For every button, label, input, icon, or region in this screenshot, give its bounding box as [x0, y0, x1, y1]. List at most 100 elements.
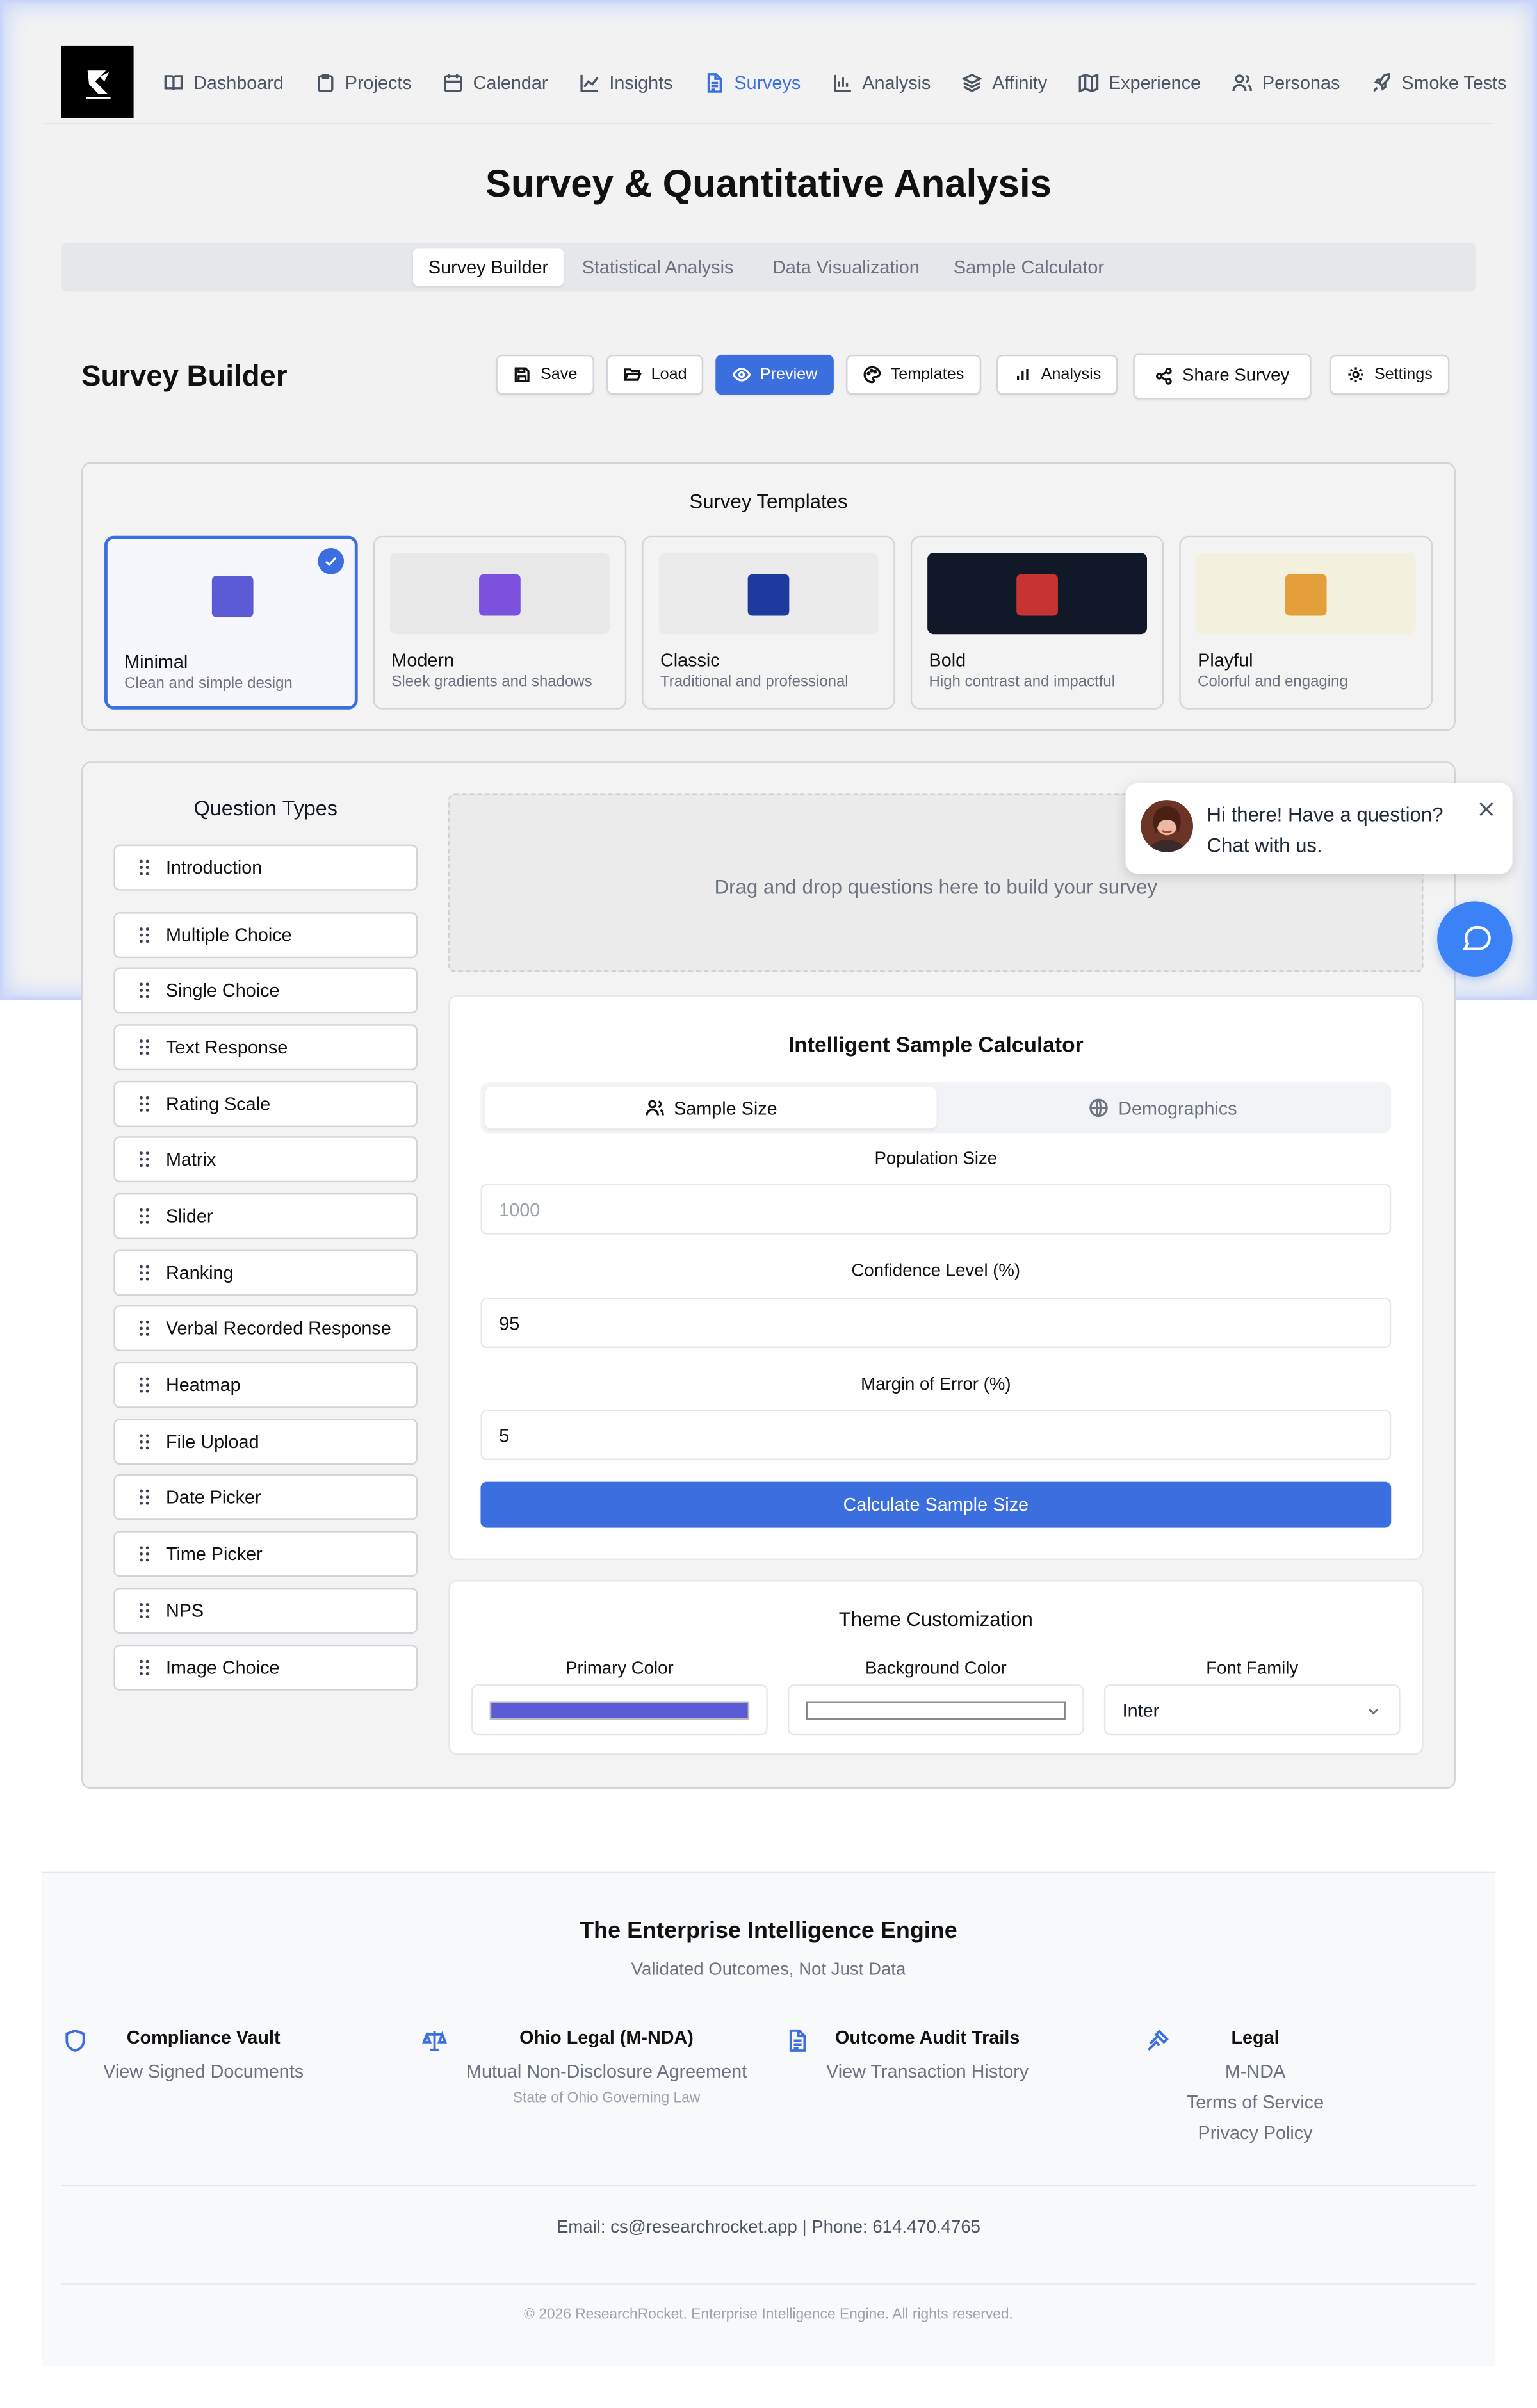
settings-button[interactable]: Settings — [1330, 354, 1450, 395]
footer-divider-bottom — [61, 2283, 1476, 2285]
tab-sample-calculator[interactable]: Sample Calculator — [938, 248, 1119, 286]
nav-smoke-tests[interactable]: Smoke Tests — [1370, 72, 1507, 94]
question-type-file-upload[interactable]: File Upload — [113, 1419, 418, 1465]
population-input[interactable]: 1000 — [480, 1184, 1392, 1235]
question-type-label: Rating Scale — [165, 1093, 271, 1115]
question-type-rating-scale[interactable]: Rating Scale — [113, 1080, 418, 1127]
font-family-select[interactable]: Inter — [1103, 1684, 1401, 1736]
question-type-label: Heatmap — [165, 1374, 241, 1396]
drag-handle-icon[interactable] — [140, 1038, 150, 1055]
book-icon — [164, 75, 183, 90]
background-color-label: Background Color — [865, 1659, 1007, 1679]
template-swatch — [1016, 574, 1058, 616]
question-type-single-choice[interactable]: Single Choice — [113, 967, 418, 1014]
nav-personas[interactable]: Personas — [1232, 72, 1340, 94]
question-type-label: Time Picker — [165, 1543, 263, 1565]
document-icon — [789, 2029, 806, 2052]
load-button[interactable]: Load — [606, 354, 704, 395]
question-type-introduction[interactable]: Introduction — [113, 844, 418, 891]
drag-handle-icon[interactable] — [140, 1095, 150, 1112]
drag-handle-icon[interactable] — [140, 1319, 150, 1337]
rocket-icon — [1372, 73, 1390, 92]
template-preview — [927, 553, 1148, 635]
drag-handle-icon[interactable] — [140, 1488, 150, 1505]
background-color-swatch — [806, 1701, 1066, 1720]
nav-projects[interactable]: Projects — [314, 72, 412, 94]
nav-surveys[interactable]: Surveys — [703, 72, 801, 94]
question-type-label: Date Picker — [165, 1486, 261, 1508]
tab-statistical-analysis[interactable]: Statistical Analysis — [567, 248, 749, 286]
footer-copyright: © 2026 ResearchRocket. Enterprise Intell… — [524, 2306, 1013, 2323]
chat-bubble-icon — [1461, 925, 1490, 950]
nav-insights[interactable]: Insights — [578, 72, 672, 94]
margin-input[interactable]: 5 — [480, 1409, 1392, 1461]
template-card-playful[interactable]: Playful Colorful and engaging — [1179, 535, 1433, 710]
drag-handle-icon[interactable] — [140, 1207, 150, 1224]
calculator-tabs: Sample Size Demographics — [480, 1082, 1392, 1134]
question-type-ranking[interactable]: Ranking — [113, 1249, 418, 1296]
drag-handle-icon[interactable] — [140, 1545, 150, 1562]
shield-icon — [65, 2029, 85, 2052]
primary-color-picker[interactable] — [471, 1684, 768, 1736]
drag-handle-icon[interactable] — [140, 926, 150, 943]
nav-affinity[interactable]: Affinity — [961, 72, 1047, 94]
drag-handle-icon[interactable] — [140, 1151, 150, 1167]
drag-handle-icon[interactable] — [140, 859, 150, 875]
drag-handle-icon[interactable] — [140, 982, 150, 998]
drag-handle-icon[interactable] — [140, 1376, 150, 1393]
font-family-value: Inter — [1122, 1698, 1160, 1721]
view-transaction-history-link[interactable]: View Transaction History — [815, 2056, 1039, 2087]
folder-open-icon — [623, 368, 642, 381]
terms-of-service-link[interactable]: Terms of Service — [1175, 2087, 1336, 2117]
question-type-verbal-recorded-response[interactable]: Verbal Recorded Response — [113, 1305, 418, 1351]
question-type-image-choice[interactable]: Image Choice — [113, 1644, 418, 1691]
template-card-modern[interactable]: Modern Sleek gradients and shadows — [373, 535, 627, 710]
template-name: Classic — [660, 649, 720, 671]
template-card-minimal[interactable]: Minimal Clean and simple design — [104, 535, 358, 710]
templates-button[interactable]: Templates — [846, 354, 981, 395]
tab-sample-size[interactable]: Sample Size — [485, 1087, 937, 1129]
preview-button[interactable]: Preview — [715, 354, 834, 395]
bar-chart-icon — [833, 74, 850, 92]
mnda-agreement-link[interactable]: Mutual Non-Disclosure Agreement — [453, 2056, 760, 2087]
question-type-heatmap[interactable]: Heatmap — [113, 1362, 418, 1408]
question-type-matrix[interactable]: Matrix — [113, 1136, 418, 1183]
nav-calendar[interactable]: Calendar — [443, 72, 548, 94]
drag-handle-icon[interactable] — [140, 1659, 150, 1676]
question-type-slider[interactable]: Slider — [113, 1192, 418, 1239]
confidence-label: Confidence Level (%) — [851, 1262, 1021, 1281]
nav-analysis[interactable]: Analysis — [831, 72, 931, 94]
nav-dashboard[interactable]: Dashboard — [163, 72, 284, 94]
brand-logo[interactable] — [61, 45, 134, 118]
template-desc: Clean and simple design — [124, 675, 293, 693]
background-color-picker[interactable] — [787, 1684, 1084, 1736]
question-type-date-picker[interactable]: Date Picker — [113, 1474, 418, 1520]
chat-launcher-button[interactable] — [1437, 901, 1513, 977]
drag-handle-icon[interactable] — [140, 1264, 150, 1281]
drag-handle-icon[interactable] — [140, 1602, 150, 1619]
tab-data-visualization[interactable]: Data Visualization — [757, 248, 935, 286]
question-type-multiple-choice[interactable]: Multiple Choice — [113, 912, 418, 959]
question-type-label: Slider — [165, 1205, 213, 1227]
question-type-text-response[interactable]: Text Response — [113, 1024, 418, 1071]
template-card-classic[interactable]: Classic Traditional and professional — [642, 535, 895, 710]
template-card-bold[interactable]: Bold High contrast and impactful — [910, 535, 1164, 710]
tab-survey-builder[interactable]: Survey Builder — [412, 248, 564, 286]
view-signed-documents-link[interactable]: View Signed Documents — [92, 2056, 315, 2087]
nav-experience[interactable]: Experience — [1078, 72, 1201, 94]
analysis-button[interactable]: Analysis — [996, 354, 1118, 395]
tab-demographics[interactable]: Demographics — [939, 1087, 1387, 1129]
calculate-sample-size-button[interactable]: Calculate Sample Size — [480, 1481, 1392, 1528]
privacy-policy-link[interactable]: Privacy Policy — [1175, 2117, 1336, 2148]
mnda-link[interactable]: M-NDA — [1175, 2056, 1336, 2087]
confidence-input[interactable]: 95 — [480, 1297, 1392, 1349]
footer-col-ohio-legal: Ohio Legal (M-NDA) Mutual Non-Disclosure… — [453, 2027, 760, 2107]
save-button[interactable]: Save — [496, 354, 594, 395]
question-type-label: Single Choice — [165, 979, 280, 1002]
chat-popup[interactable]: Hi there! Have a question? Chat with us. — [1125, 783, 1513, 874]
share-survey-button[interactable]: Share Survey — [1133, 353, 1311, 400]
close-icon[interactable] — [1479, 802, 1494, 817]
question-type-time-picker[interactable]: Time Picker — [113, 1531, 418, 1577]
question-type-nps[interactable]: NPS — [113, 1588, 418, 1634]
drag-handle-icon[interactable] — [140, 1433, 150, 1450]
